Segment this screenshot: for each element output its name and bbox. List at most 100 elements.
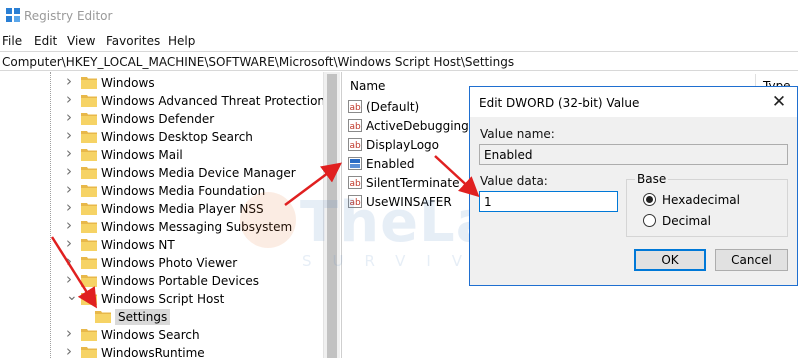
tree-item-label[interactable]: Windows Photo Viewer: [101, 256, 237, 270]
folder-icon: [81, 257, 97, 269]
tree-item-label[interactable]: Windows Desktop Search: [101, 130, 253, 144]
base-group: Base Hexadecimal Decimal: [626, 172, 788, 237]
tree-item-label[interactable]: WindowsRuntime: [101, 346, 205, 358]
radio-decimal[interactable]: Decimal: [643, 213, 793, 229]
address-path[interactable]: Computer\HKEY_LOCAL_MACHINE\SOFTWARE\Mic…: [2, 55, 514, 69]
menu-help[interactable]: Help: [168, 34, 195, 48]
string-value-icon: ab: [348, 119, 362, 132]
folder-icon: [81, 293, 97, 305]
radio-selected-icon[interactable]: [643, 193, 656, 206]
tree-item-label[interactable]: Windows Defender: [101, 112, 214, 126]
chevron-right-icon[interactable]: ›: [66, 128, 76, 143]
chevron-right-icon[interactable]: ›: [66, 164, 76, 179]
radio-unselected-icon[interactable]: [643, 214, 656, 227]
tree-item[interactable]: › Windows: [0, 74, 323, 92]
chevron-right-icon[interactable]: ›: [66, 272, 76, 287]
watermark-logo: [240, 192, 296, 248]
tree-item[interactable]: › Windows Media Device Manager: [0, 164, 323, 182]
folder-icon: [81, 131, 97, 143]
chevron-right-icon[interactable]: ›: [66, 254, 76, 269]
chevron-right-icon[interactable]: ›: [66, 74, 76, 89]
tree-item-label[interactable]: Windows Advanced Threat Protection: [101, 94, 323, 108]
folder-icon: [81, 185, 97, 197]
folder-icon: [81, 275, 97, 287]
tree-item[interactable]: › Windows Advanced Threat Protection: [0, 92, 323, 110]
chevron-right-icon[interactable]: ›: [66, 344, 76, 358]
menu-favorites[interactable]: Favorites: [106, 34, 160, 48]
folder-icon: [81, 95, 97, 107]
tree-item-label[interactable]: Settings: [115, 309, 171, 325]
folder-icon: [81, 347, 97, 358]
tree-item-settings-selected[interactable]: Settings: [0, 308, 323, 326]
folder-icon: [81, 329, 97, 341]
address-bar[interactable]: Computer\HKEY_LOCAL_MACHINE\SOFTWARE\Mic…: [0, 51, 798, 71]
chevron-right-icon[interactable]: ›: [66, 218, 76, 233]
folder-icon: [81, 167, 97, 179]
chevron-right-icon[interactable]: ›: [66, 200, 76, 215]
dialog-title: Edit DWORD (32-bit) Value: [479, 96, 640, 110]
folder-icon: [81, 239, 97, 251]
value-name[interactable]: ActiveDebugging: [366, 119, 469, 133]
menu-edit[interactable]: Edit: [34, 34, 57, 48]
svg-text:ab: ab: [350, 141, 362, 151]
folder-icon: [81, 149, 97, 161]
chevron-right-icon[interactable]: ›: [66, 146, 76, 161]
tree-item[interactable]: › WindowsRuntime: [0, 344, 323, 358]
value-data-label: Value data:: [480, 174, 548, 188]
registry-editor-icon: [6, 8, 20, 22]
value-name[interactable]: DisplayLogo: [366, 138, 439, 152]
folder-icon: [95, 311, 111, 323]
radio-hexadecimal-label[interactable]: Hexadecimal: [662, 193, 740, 207]
folder-icon: [81, 203, 97, 215]
window-title: Registry Editor: [24, 9, 113, 23]
ok-button[interactable]: OK: [634, 249, 706, 271]
svg-text:ab: ab: [350, 179, 362, 189]
svg-text:ab: ab: [350, 122, 362, 132]
string-value-icon: ab: [348, 176, 362, 189]
base-group-label: Base: [635, 172, 669, 186]
tree-item-label[interactable]: Windows: [101, 76, 155, 90]
value-name-label: Value name:: [480, 127, 555, 141]
tree-item-label[interactable]: Windows Search: [101, 328, 200, 342]
value-name[interactable]: Enabled: [366, 157, 415, 171]
string-value-icon: ab: [348, 138, 362, 151]
svg-text:ab: ab: [350, 103, 362, 113]
tree-item-label[interactable]: Windows Media Device Manager: [101, 166, 296, 180]
dialog-titlebar: Edit DWORD (32-bit) Value ✕: [470, 87, 797, 117]
radio-decimal-label[interactable]: Decimal: [662, 214, 711, 228]
chevron-right-icon[interactable]: ›: [66, 236, 76, 251]
cancel-button[interactable]: Cancel: [715, 249, 788, 271]
string-value-icon: ab: [348, 100, 362, 113]
chevron-right-icon[interactable]: ›: [66, 326, 76, 341]
tree-item-label[interactable]: Windows NT: [101, 238, 175, 252]
tree-item-label[interactable]: Windows Portable Devices: [101, 274, 259, 288]
edit-dword-dialog: Edit DWORD (32-bit) Value ✕ Value name: …: [469, 86, 798, 286]
folder-icon: [81, 113, 97, 125]
chevron-right-icon[interactable]: ›: [66, 92, 76, 107]
tree-item[interactable]: › Windows Search: [0, 326, 323, 344]
chevron-right-icon[interactable]: ›: [66, 182, 76, 197]
tree-item-label[interactable]: Windows Mail: [101, 148, 183, 162]
tree-item[interactable]: › Windows Desktop Search: [0, 128, 323, 146]
tree-item[interactable]: › Windows Portable Devices: [0, 272, 323, 290]
window-titlebar: Registry Editor: [0, 0, 798, 32]
close-icon[interactable]: ✕: [769, 92, 789, 112]
chevron-down-icon[interactable]: ⌄: [66, 289, 78, 303]
value-name[interactable]: (Default): [366, 100, 419, 114]
value-name-field: Enabled: [479, 144, 788, 165]
tree-item-label[interactable]: Windows Script Host: [101, 292, 224, 306]
folder-icon: [81, 77, 97, 89]
menu-file[interactable]: File: [2, 34, 22, 48]
chevron-right-icon[interactable]: ›: [66, 110, 76, 125]
radio-hexadecimal[interactable]: Hexadecimal: [643, 192, 793, 208]
dword-value-icon: [348, 157, 362, 170]
tree-item[interactable]: › Windows Defender: [0, 110, 323, 128]
tree-item[interactable]: › Windows Mail: [0, 146, 323, 164]
value-name[interactable]: SilentTerminate: [366, 176, 459, 190]
menu-bar: File Edit View Favorites Help: [0, 32, 798, 51]
menu-view[interactable]: View: [67, 34, 95, 48]
value-data-input[interactable]: 1: [479, 191, 618, 212]
tree-item[interactable]: ⌄ Windows Script Host: [0, 289, 323, 308]
folder-icon: [81, 221, 97, 233]
column-name-header[interactable]: Name: [350, 79, 385, 93]
